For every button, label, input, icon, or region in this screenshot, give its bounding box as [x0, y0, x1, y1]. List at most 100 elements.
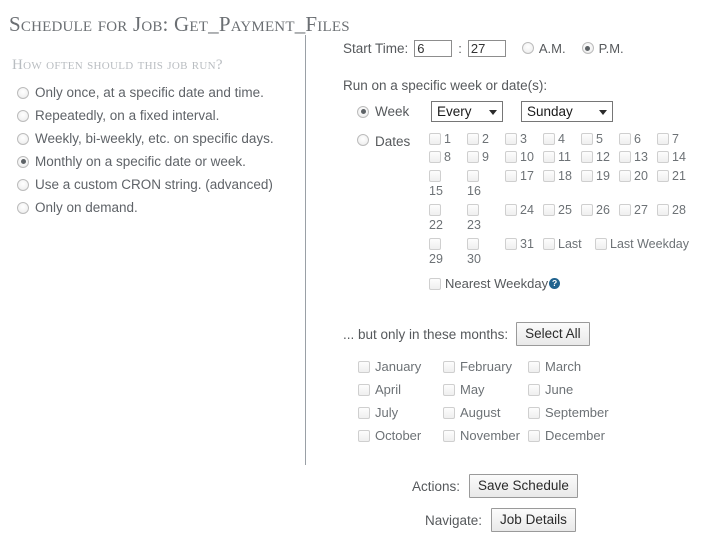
date-option-19[interactable]: 19: [581, 168, 619, 183]
job-details-button[interactable]: Job Details: [491, 508, 576, 533]
date-checkbox-9[interactable]: [467, 151, 479, 164]
date-option-10[interactable]: 10: [505, 150, 543, 164]
month-checkbox-january[interactable]: [358, 360, 370, 373]
weekday-select[interactable]: Sunday: [521, 101, 613, 122]
date-checkbox-12[interactable]: [581, 151, 593, 164]
date-option-31[interactable]: 31: [505, 236, 543, 251]
start-hour-input[interactable]: 6: [414, 39, 453, 57]
month-option-august[interactable]: August: [443, 405, 528, 420]
month-checkbox-june[interactable]: [528, 383, 540, 396]
date-checkbox-29[interactable]: [429, 238, 441, 251]
date-option-9[interactable]: 9: [467, 150, 505, 164]
frequency-option-5[interactable]: Only on demand.: [12, 196, 297, 219]
date-checkbox-18[interactable]: [543, 170, 555, 183]
pm-radio-option[interactable]: P.M.: [581, 41, 624, 56]
frequency-select[interactable]: Every: [431, 101, 503, 122]
date-checkbox-17[interactable]: [505, 170, 517, 183]
date-option-12[interactable]: 12: [581, 150, 619, 164]
dates-option-row[interactable]: Dates: [357, 131, 429, 270]
month-option-june[interactable]: June: [528, 382, 613, 397]
start-minute-input[interactable]: 27: [467, 39, 506, 57]
date-option-2[interactable]: 2: [467, 131, 505, 146]
date-option-last-weekday[interactable]: Last Weekday: [595, 236, 705, 251]
month-option-september[interactable]: September: [528, 405, 613, 420]
date-option-26[interactable]: 26: [581, 202, 619, 217]
date-checkbox-11[interactable]: [543, 151, 555, 164]
month-option-december[interactable]: December: [528, 428, 613, 443]
month-option-may[interactable]: May: [443, 382, 528, 397]
nearest-weekday-row[interactable]: Nearest Weekday ?: [343, 276, 721, 291]
month-option-january[interactable]: January: [358, 359, 443, 374]
date-checkbox-3[interactable]: [505, 132, 517, 145]
date-checkbox-22[interactable]: [429, 204, 441, 217]
date-option-4[interactable]: 4: [543, 131, 581, 146]
date-checkbox-27[interactable]: [619, 204, 631, 217]
pm-radio[interactable]: [581, 42, 594, 54]
month-checkbox-april[interactable]: [358, 383, 370, 396]
date-checkbox-28[interactable]: [657, 204, 669, 217]
date-option-7[interactable]: 7: [657, 131, 695, 146]
date-checkbox-last[interactable]: [543, 238, 555, 251]
date-option-16[interactable]: 16: [467, 168, 505, 198]
date-option-30[interactable]: 30: [467, 236, 505, 266]
date-option-23[interactable]: 23: [467, 202, 505, 232]
date-option-25[interactable]: 25: [543, 202, 581, 217]
date-checkbox-1[interactable]: [429, 132, 441, 145]
month-option-march[interactable]: March: [528, 359, 613, 374]
date-checkbox-31[interactable]: [505, 238, 517, 251]
date-option-28[interactable]: 28: [657, 202, 695, 217]
date-option-3[interactable]: 3: [505, 131, 543, 146]
date-checkbox-23[interactable]: [467, 204, 479, 217]
date-option-29[interactable]: 29: [429, 236, 467, 266]
month-option-february[interactable]: February: [443, 359, 528, 374]
date-checkbox-25[interactable]: [543, 204, 555, 217]
dates-radio[interactable]: [357, 134, 369, 146]
date-checkbox-30[interactable]: [467, 238, 479, 251]
date-option-15[interactable]: 15: [429, 168, 467, 198]
month-option-november[interactable]: November: [443, 428, 528, 443]
date-checkbox-21[interactable]: [657, 170, 669, 183]
frequency-radio-2[interactable]: [17, 132, 29, 145]
date-option-last[interactable]: Last: [543, 236, 595, 251]
date-option-21[interactable]: 21: [657, 168, 695, 183]
frequency-radio-3[interactable]: [17, 155, 29, 168]
date-checkbox-2[interactable]: [467, 132, 479, 145]
date-option-11[interactable]: 11: [543, 150, 581, 164]
frequency-radio-0[interactable]: [17, 86, 29, 99]
date-checkbox-19[interactable]: [581, 170, 593, 183]
save-schedule-button[interactable]: Save Schedule: [469, 474, 578, 499]
date-checkbox-8[interactable]: [429, 151, 441, 164]
date-checkbox-5[interactable]: [581, 132, 593, 145]
date-checkbox-16[interactable]: [467, 170, 479, 183]
date-option-18[interactable]: 18: [543, 168, 581, 183]
month-checkbox-february[interactable]: [443, 360, 455, 373]
frequency-radio-4[interactable]: [17, 178, 29, 191]
month-checkbox-september[interactable]: [528, 406, 540, 419]
date-checkbox-20[interactable]: [619, 170, 631, 183]
frequency-radio-1[interactable]: [17, 109, 29, 122]
date-option-24[interactable]: 24: [505, 202, 543, 217]
date-checkbox-24[interactable]: [505, 204, 517, 217]
date-option-22[interactable]: 22: [429, 202, 467, 232]
date-option-8[interactable]: 8: [429, 150, 467, 164]
nearest-weekday-checkbox[interactable]: [429, 277, 441, 290]
month-checkbox-december[interactable]: [528, 429, 540, 442]
date-checkbox-15[interactable]: [429, 170, 441, 183]
date-checkbox-6[interactable]: [619, 132, 631, 145]
am-radio-option[interactable]: A.M.: [521, 41, 566, 56]
week-radio[interactable]: [357, 105, 369, 118]
date-option-27[interactable]: 27: [619, 202, 657, 217]
month-checkbox-august[interactable]: [443, 406, 455, 419]
month-checkbox-november[interactable]: [443, 429, 455, 442]
date-checkbox-10[interactable]: [505, 151, 517, 164]
am-radio[interactable]: [521, 42, 534, 54]
select-all-months-button[interactable]: Select All: [516, 322, 590, 347]
month-checkbox-october[interactable]: [358, 429, 370, 442]
date-checkbox-last-weekday[interactable]: [595, 238, 607, 251]
frequency-option-0[interactable]: Only once, at a specific date and time.: [12, 81, 297, 104]
date-option-1[interactable]: 1: [429, 131, 467, 146]
date-checkbox-7[interactable]: [657, 132, 669, 145]
month-option-july[interactable]: July: [358, 405, 443, 420]
date-option-5[interactable]: 5: [581, 131, 619, 146]
frequency-option-4[interactable]: Use a custom CRON string. (advanced): [12, 173, 297, 196]
